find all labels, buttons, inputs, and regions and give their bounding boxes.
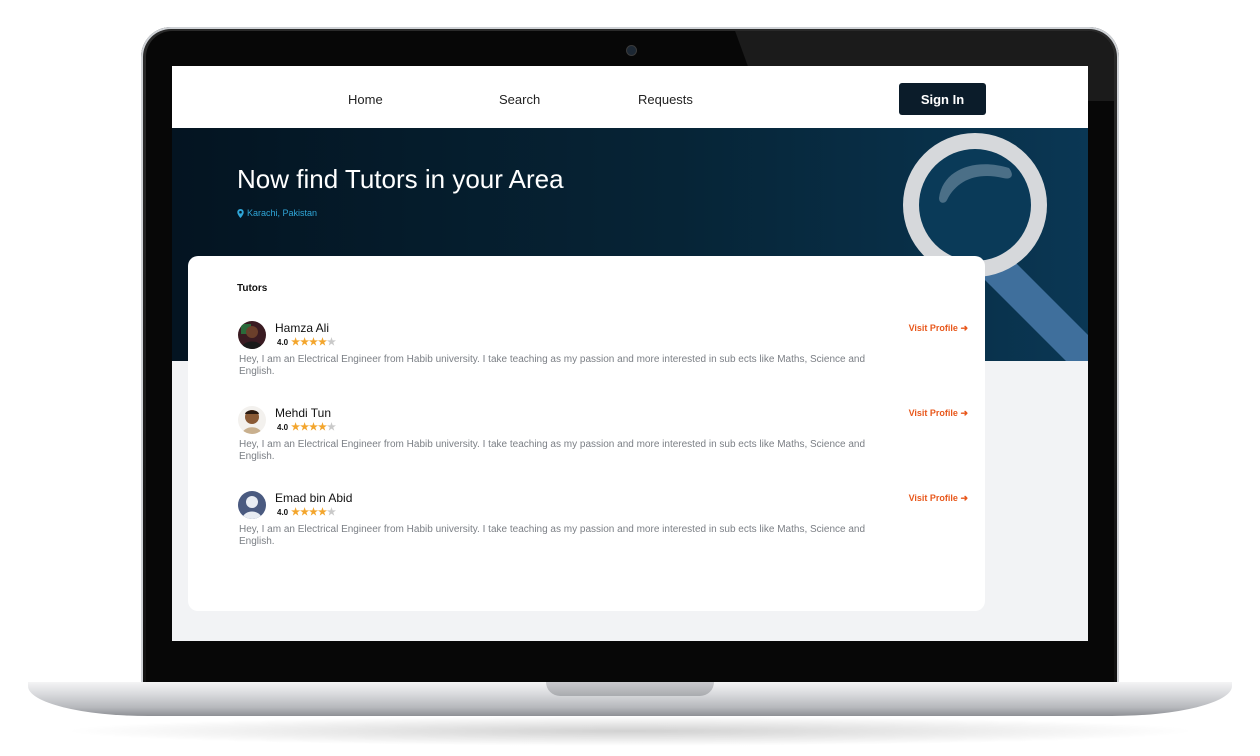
nav-requests-link[interactable]: Requests <box>638 92 693 107</box>
tutor-name: Emad bin Abid <box>275 491 353 505</box>
tutor-rating: 4.0 ★★★★★ <box>277 507 336 518</box>
tutors-section-title: Tutors <box>237 283 268 294</box>
tutor-name: Mehdi Tun <box>275 406 332 420</box>
visit-profile-link[interactable]: Visit Profile ➜ <box>909 323 968 334</box>
tutor-bio: Hey, I am an Electrical Engineer from Ha… <box>239 354 866 377</box>
tutor-bio: Hey, I am an Electrical Engineer from Ha… <box>239 524 866 547</box>
tutor-list-item: Mehdi Tun 4.0 ★★★★★ Hey, I am an Electri… <box>238 406 968 476</box>
star-rating-icon: ★★★★★ <box>291 422 336 433</box>
tutors-card: Tutors Hamza Ali 4.0 ★★★★★ Hey, I am an … <box>188 256 985 611</box>
tutor-name: Hamza Ali <box>275 321 330 335</box>
location-label: Karachi, Pakistan <box>247 208 318 218</box>
sign-in-button[interactable]: Sign In <box>899 83 986 115</box>
tutor-list-item: Hamza Ali 4.0 ★★★★★ Hey, I am an Electri… <box>238 321 968 391</box>
tutor-rating: 4.0 ★★★★★ <box>277 422 336 433</box>
tutor-list-item: Emad bin Abid 4.0 ★★★★★ Hey, I am an Ele… <box>238 491 968 561</box>
tutor-bio: Hey, I am an Electrical Engineer from Ha… <box>239 439 866 462</box>
nav-home-link[interactable]: Home <box>348 92 383 107</box>
visit-profile-label: Visit Profile <box>908 323 958 333</box>
rating-value: 4.0 <box>277 423 289 432</box>
arrow-right-icon: ➜ <box>960 323 968 333</box>
visit-profile-link[interactable]: Visit Profile ➜ <box>909 408 968 419</box>
tutor-avatar <box>238 491 266 519</box>
nav-search-link[interactable]: Search <box>499 92 540 107</box>
map-pin-icon <box>237 208 244 218</box>
tutor-rating: 4.0 ★★★★★ <box>277 337 336 348</box>
star-rating-icon: ★★★★★ <box>291 507 336 518</box>
visit-profile-link[interactable]: Visit Profile ➜ <box>909 493 968 504</box>
arrow-right-icon: ➜ <box>960 408 968 418</box>
camera-icon <box>626 45 637 56</box>
visit-profile-label: Visit Profile <box>908 493 958 503</box>
hero-location: Karachi, Pakistan <box>237 208 317 218</box>
tutor-avatar <box>238 406 266 434</box>
rating-value: 4.0 <box>277 508 289 517</box>
visit-profile-label: Visit Profile <box>908 408 958 418</box>
hero-title: Now find Tutors in your Area <box>237 164 564 194</box>
laptop-notch <box>546 682 714 696</box>
rating-value: 4.0 <box>277 338 289 347</box>
arrow-right-icon: ➜ <box>960 493 968 503</box>
star-rating-icon: ★★★★★ <box>291 337 336 348</box>
tutor-avatar <box>238 321 266 349</box>
laptop-shadow <box>60 716 1200 746</box>
app-screen: Home Search Requests Sign In Now find Tu… <box>172 66 1088 641</box>
top-navbar: Home Search Requests Sign In <box>172 66 1088 128</box>
